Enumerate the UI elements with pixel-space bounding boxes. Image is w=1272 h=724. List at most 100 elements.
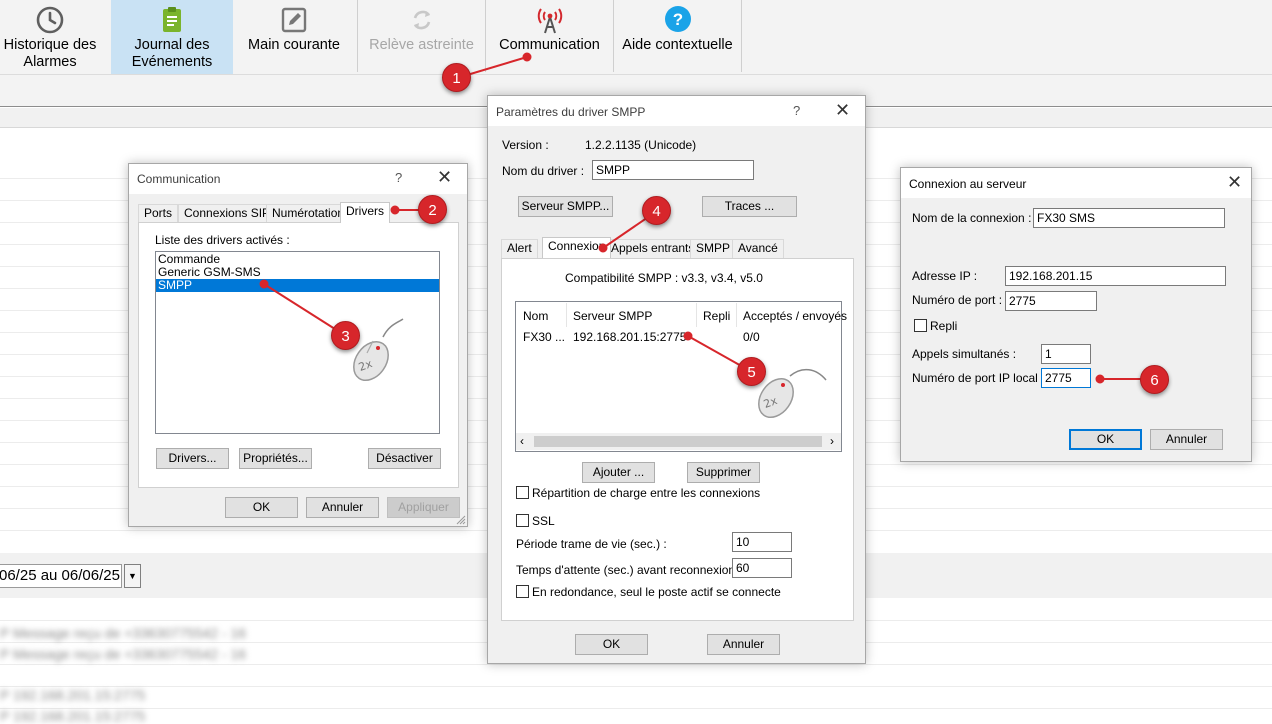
driver-name-input[interactable]: SMPP <box>592 160 754 180</box>
toolbar-on-call-button[interactable]: Relève astreinte <box>358 0 485 74</box>
toolbar-communication-button[interactable]: Communication <box>486 0 613 74</box>
toolbar-label: Journal des Evénements <box>131 37 213 70</box>
connection-name-input[interactable]: FX30 SMS <box>1033 208 1225 228</box>
resize-grip-icon[interactable] <box>456 515 466 525</box>
tab-incoming-calls[interactable]: Appels entrants <box>605 239 701 258</box>
drivers-list-label: Liste des drivers activés : <box>155 233 290 247</box>
toolbar-logbook-button[interactable]: Main courante <box>233 0 355 74</box>
callout-badge: 4 <box>642 196 671 225</box>
scroll-right-icon[interactable]: › <box>830 434 834 448</box>
toolbar-context-help-button[interactable]: ? Aide contextuelle <box>614 0 741 74</box>
clipboard-icon <box>163 7 181 32</box>
column-header-name[interactable]: Nom <box>523 309 548 323</box>
tab-advanced[interactable]: Avancé <box>732 239 784 258</box>
column-header-server[interactable]: Serveur SMPP <box>573 309 652 323</box>
dialog-title: Connexion au serveur <box>909 177 1027 191</box>
tab-sip-connections[interactable]: Connexions SIP <box>178 204 277 223</box>
refresh-icon <box>413 10 430 30</box>
ok-button[interactable]: OK <box>1069 429 1142 450</box>
cancel-button[interactable]: Annuler <box>306 497 379 518</box>
column-header-accepted[interactable]: Acceptés / envoyés <box>743 309 847 323</box>
drivers-button[interactable]: Drivers... <box>156 448 229 469</box>
redundancy-label: En redondance, seul le poste actif se co… <box>532 585 781 599</box>
help-icon[interactable]: ? <box>395 170 402 185</box>
blurred-row: P Message reçu de +33630775542 - 16 <box>0 646 247 662</box>
keepalive-input[interactable]: 10 <box>732 532 792 552</box>
help-icon[interactable]: ? <box>793 103 800 118</box>
callout-badge: 3 <box>331 321 360 350</box>
ip-address-label: Adresse IP : <box>912 269 978 283</box>
close-icon[interactable]: ✕ <box>835 100 850 121</box>
column-divider[interactable] <box>696 303 697 327</box>
deactivate-button[interactable]: Désactiver <box>368 448 441 469</box>
toolbar-alarm-history-button[interactable]: Historique des Alarmes <box>0 0 100 74</box>
column-divider[interactable] <box>736 303 737 327</box>
local-port-label: Numéro de port IP local : <box>912 371 1045 385</box>
callout-badge: 5 <box>737 357 766 386</box>
date-range-select[interactable]: 06/25 au 06/06/25 <box>0 564 122 588</box>
smpp-server-button[interactable]: Serveur SMPP... <box>518 196 613 217</box>
ssl-checkbox[interactable] <box>516 514 529 527</box>
grid-line <box>0 664 1272 665</box>
delete-connection-button[interactable]: Supprimer <box>687 462 760 483</box>
fallback-label: Repli <box>930 319 958 333</box>
blurred-row: P Message reçu de +33630775542 - 16 <box>0 625 247 641</box>
simultaneous-calls-label: Appels simultanés : <box>912 347 1017 361</box>
reconnect-label: Temps d'attente (sec.) avant reconnexion… <box>516 563 742 577</box>
row-accepted-cell[interactable]: 0/0 <box>743 330 760 344</box>
cancel-button[interactable]: Annuler <box>707 634 780 655</box>
blurred-row: P 192.168.201.15:2775 <box>0 708 146 724</box>
simultaneous-calls-input[interactable]: 1 <box>1041 344 1091 364</box>
ip-address-input[interactable]: 192.168.201.15 <box>1005 266 1226 286</box>
tab-ports[interactable]: Ports <box>138 204 179 223</box>
column-divider[interactable] <box>566 303 567 327</box>
fallback-checkbox[interactable] <box>914 319 927 332</box>
tab-smpp[interactable]: SMPP <box>690 239 737 258</box>
redundancy-checkbox[interactable] <box>516 585 529 598</box>
port-input[interactable]: 2775 <box>1005 291 1097 311</box>
toolbar-label: Communication <box>499 37 600 53</box>
main-toolbar: Historique des Alarmes Journal des Evéne… <box>0 0 1272 75</box>
row-server-cell[interactable]: 192.168.201.15:2775 <box>573 330 686 344</box>
tab-drivers[interactable]: Drivers <box>340 202 390 223</box>
server-connection-dialog: Connexion au serveur ✕ Nom de la connexi… <box>900 167 1252 462</box>
ok-button[interactable]: OK <box>575 634 648 655</box>
apply-button: Appliquer <box>387 497 460 518</box>
close-icon[interactable]: ✕ <box>1227 172 1242 193</box>
antenna-icon <box>537 8 562 34</box>
column-header-fallback[interactable]: Repli <box>703 309 730 323</box>
row-name-cell[interactable]: FX30 ... <box>523 330 565 344</box>
properties-button[interactable]: Propriétés... <box>239 448 312 469</box>
reconnect-input[interactable]: 60 <box>732 558 792 578</box>
connection-name-label: Nom de la connexion : <box>912 211 1032 225</box>
toolbar-label: Historique des Alarmes <box>3 37 97 70</box>
scrollbar-thumb[interactable] <box>534 436 822 447</box>
ssl-label: SSL <box>532 514 555 528</box>
toolbar-event-log-button[interactable]: Journal des Evénements <box>111 0 233 74</box>
communication-dialog: Communication ? ✕ Ports Connexions SIP N… <box>128 163 468 527</box>
scroll-left-icon[interactable]: ‹ <box>520 434 524 448</box>
dialog-title-bar: Connexion au serveur ✕ <box>901 168 1251 198</box>
driver-list-item[interactable]: Generic GSM-SMS <box>156 266 439 279</box>
callout-badge: 1 <box>442 63 471 92</box>
clock-icon <box>36 6 64 34</box>
tab-alert[interactable]: Alert <box>501 239 538 258</box>
drivers-tab-panel: Liste des drivers activés : Commande Gen… <box>138 222 459 488</box>
toolbar-label: Relève astreinte <box>369 37 474 53</box>
chevron-down-icon[interactable]: ▼ <box>124 564 141 588</box>
load-balance-checkbox[interactable] <box>516 486 529 499</box>
tab-dialing[interactable]: Numérotation <box>266 204 351 223</box>
traces-button[interactable]: Traces ... <box>702 196 797 217</box>
ok-button[interactable]: OK <box>225 497 298 518</box>
dialog-title-bar: Communication ? ✕ <box>129 164 467 194</box>
horizontal-scrollbar[interactable]: ‹ › <box>516 433 841 450</box>
dialog-title: Paramètres du driver SMPP <box>496 105 646 119</box>
tab-connection[interactable]: Connexion <box>542 237 612 258</box>
cancel-button[interactable]: Annuler <box>1150 429 1223 450</box>
keepalive-label: Période trame de vie (sec.) : <box>516 537 667 551</box>
add-connection-button[interactable]: Ajouter ... <box>582 462 655 483</box>
version-value: 1.2.2.1135 (Unicode) <box>585 138 697 152</box>
driver-list-item-selected[interactable]: SMPP <box>156 279 439 292</box>
close-icon[interactable]: ✕ <box>437 167 452 188</box>
local-port-input[interactable]: 2775 <box>1041 368 1091 388</box>
